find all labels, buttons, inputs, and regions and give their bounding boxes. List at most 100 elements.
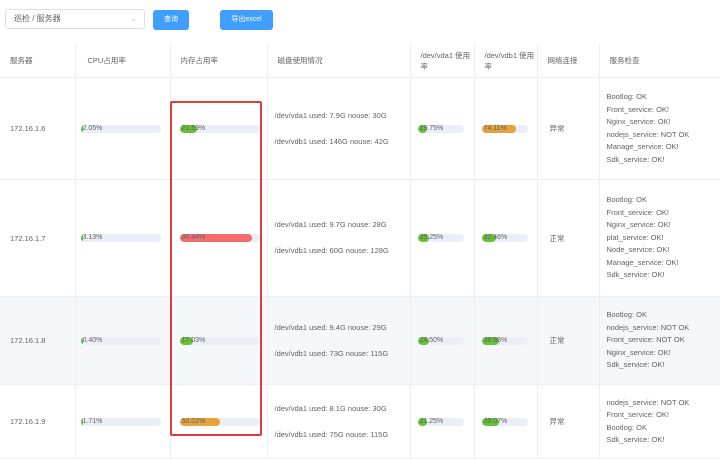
vda1-progress-bar: 25.25% xyxy=(418,234,464,242)
category-select-value: 巡检 / 服务器 xyxy=(14,14,61,23)
service-status-line: nodejs_service: NOT OK xyxy=(607,322,720,335)
service-check-cell: Bootlog: OKFront_service: OK!Nginx_servi… xyxy=(599,78,720,180)
table-row: 172.16.1.6 2.05% 21.59% /dev/vda1 used: … xyxy=(0,78,720,180)
service-status-line: Bootlog: OK xyxy=(607,422,720,435)
network-status: 正常 xyxy=(537,297,599,385)
vdb1-cell: 39.07% xyxy=(474,385,537,459)
vdb1-cell: 38.86% xyxy=(474,297,537,385)
vdb1-progress-label: 38.86% xyxy=(484,337,508,345)
server-ip: 172.16.1.8 xyxy=(0,297,75,385)
server-ip: 172.16.1.9 xyxy=(0,385,75,459)
cpu-progress-label: 0.40% xyxy=(83,337,103,345)
vdb1-progress-label: 74.11% xyxy=(484,125,507,133)
category-select[interactable]: 巡检 / 服务器 ⌄ xyxy=(5,9,145,29)
service-check-cell: nodejs_service: NOT OKFront_service: OK!… xyxy=(599,385,720,459)
disk-cell: /dev/vda1 used: 9.4G nouse: 29G/dev/vdb1… xyxy=(267,297,410,385)
service-status-line: Sdk_service: OK! xyxy=(607,154,720,167)
disk-usage-line: /dev/vda1 used: 8.1G nouse: 30G xyxy=(275,403,410,415)
service-status-line: Front_service: NOT OK xyxy=(607,334,720,347)
cpu-cell: 3.13% xyxy=(75,180,170,297)
vdb1-progress-bar: 32.46% xyxy=(482,234,528,242)
disk-usage-line: /dev/vda1 used: 9.4G nouse: 29G xyxy=(275,322,410,334)
service-status-line: Sdk_service: OK! xyxy=(607,269,720,282)
service-status-line: Manage_service: OK! xyxy=(607,141,720,154)
network-status: 异常 xyxy=(537,385,599,459)
cpu-progress-bar: 0.40% xyxy=(81,337,161,345)
service-status-line: Front_service: OK! xyxy=(607,409,720,422)
mem-progress-label: 90.44% xyxy=(182,234,206,242)
cpu-progress-label: 1.71% xyxy=(83,418,103,426)
service-status-line: Bootlog: OK xyxy=(607,194,720,207)
mem-progress-bar: 21.59% xyxy=(180,125,260,133)
disk-usage-line: /dev/vdb1 used: 75G nouse: 115G xyxy=(275,429,410,441)
mem-cell: 17.03% xyxy=(170,297,267,385)
vda1-cell: 21.25% xyxy=(410,385,474,459)
chevron-down-icon: ⌄ xyxy=(130,10,137,28)
disk-usage-line: /dev/vdb1 used: 73G nouse: 115G xyxy=(275,348,410,360)
vda1-cell: 19.75% xyxy=(410,78,474,180)
col-header-vda1: /dev/vda1 使用率 xyxy=(410,44,474,78)
service-status-line: Front_service: OK! xyxy=(607,104,720,117)
network-status: 异常 xyxy=(537,78,599,180)
disk-usage-line: /dev/vdb1 used: 60G nouse: 128G xyxy=(275,245,410,257)
disk-usage-line: /dev/vdb1 used: 146G nouse: 42G xyxy=(275,136,410,148)
vdb1-progress-label: 39.07% xyxy=(484,418,508,426)
disk-cell: /dev/vda1 used: 7.9G nouse: 30G/dev/vdb1… xyxy=(267,78,410,180)
cpu-progress-label: 3.13% xyxy=(83,234,103,242)
cpu-progress-bar: 2.05% xyxy=(81,125,161,133)
cpu-cell: 2.05% xyxy=(75,78,170,180)
table-row: 172.16.1.7 3.13% 90.44% /dev/vda1 used: … xyxy=(0,180,720,297)
mem-cell: 90.44% xyxy=(170,180,267,297)
col-header-vdb1: /dev/vdb1 使用率 xyxy=(474,44,537,78)
vda1-progress-label: 24.50% xyxy=(420,337,444,345)
service-status-line: Sdk_service: OK! xyxy=(607,434,720,447)
mem-progress-label: 50.02% xyxy=(182,418,206,426)
vda1-cell: 24.50% xyxy=(410,297,474,385)
disk-usage-line: /dev/vda1 used: 9.7G nouse: 28G xyxy=(275,219,410,231)
vdb1-progress-label: 32.46% xyxy=(484,234,508,242)
service-status-line: Sdk_service: OK! xyxy=(607,359,720,372)
disk-cell: /dev/vda1 used: 8.1G nouse: 30G/dev/vdb1… xyxy=(267,385,410,459)
vda1-progress-bar: 19.75% xyxy=(418,125,464,133)
service-status-line: Bootlog: OK xyxy=(607,309,720,322)
vdb1-progress-bar: 39.07% xyxy=(482,418,528,426)
vda1-progress-bar: 24.50% xyxy=(418,337,464,345)
server-ip: 172.16.1.6 xyxy=(0,78,75,180)
network-status: 正常 xyxy=(537,180,599,297)
service-status-line: Nginx_service: OK! xyxy=(607,116,720,129)
vda1-progress-label: 19.75% xyxy=(420,125,444,133)
server-table: 服务器 CPU占用率 内存占用率 磁盘使用情况 /dev/vda1 使用率 /d… xyxy=(0,44,720,459)
table-row: 172.16.1.9 1.71% 50.02% /dev/vda1 used: … xyxy=(0,385,720,459)
service-check-cell: Bootlog: OKnodejs_service: NOT OKFront_s… xyxy=(599,297,720,385)
col-header-server: 服务器 xyxy=(0,44,75,78)
export-excel-button[interactable]: 导出excel xyxy=(220,10,273,30)
service-status-line: nodejs_service: NOT OK xyxy=(607,397,720,410)
cpu-progress-bar: 3.13% xyxy=(81,234,161,242)
query-button[interactable]: 查询 xyxy=(153,10,189,30)
cpu-progress-bar: 1.71% xyxy=(81,418,161,426)
disk-usage-line: /dev/vda1 used: 7.9G nouse: 30G xyxy=(275,110,410,122)
vda1-progress-label: 25.25% xyxy=(420,234,444,242)
mem-progress-bar: 90.44% xyxy=(180,234,260,242)
service-status-line: Bootlog: OK xyxy=(607,91,720,104)
mem-cell: 21.59% xyxy=(170,78,267,180)
mem-progress-label: 17.03% xyxy=(182,337,206,345)
service-status-line: nodejs_service: NOT OK xyxy=(607,129,720,142)
vdb1-progress-bar: 38.86% xyxy=(482,337,528,345)
mem-progress-bar: 17.03% xyxy=(180,337,260,345)
cpu-cell: 1.71% xyxy=(75,385,170,459)
vdb1-cell: 32.46% xyxy=(474,180,537,297)
cpu-cell: 0.40% xyxy=(75,297,170,385)
vdb1-progress-bar: 74.11% xyxy=(482,125,528,133)
vda1-progress-label: 21.25% xyxy=(420,418,444,426)
service-status-line: Node_service: OK! xyxy=(607,244,720,257)
mem-cell: 50.02% xyxy=(170,385,267,459)
vda1-cell: 25.25% xyxy=(410,180,474,297)
col-header-cpu: CPU占用率 xyxy=(75,44,170,78)
mem-progress-label: 21.59% xyxy=(182,125,206,133)
service-status-line: Nginx_service: OK! xyxy=(607,347,720,360)
toolbar: 巡检 / 服务器 ⌄ 查询 导出excel xyxy=(0,0,720,44)
service-status-line: Front_service: OK! xyxy=(607,207,720,220)
disk-cell: /dev/vda1 used: 9.7G nouse: 28G/dev/vdb1… xyxy=(267,180,410,297)
service-status-line: plat_service: OK! xyxy=(607,232,720,245)
